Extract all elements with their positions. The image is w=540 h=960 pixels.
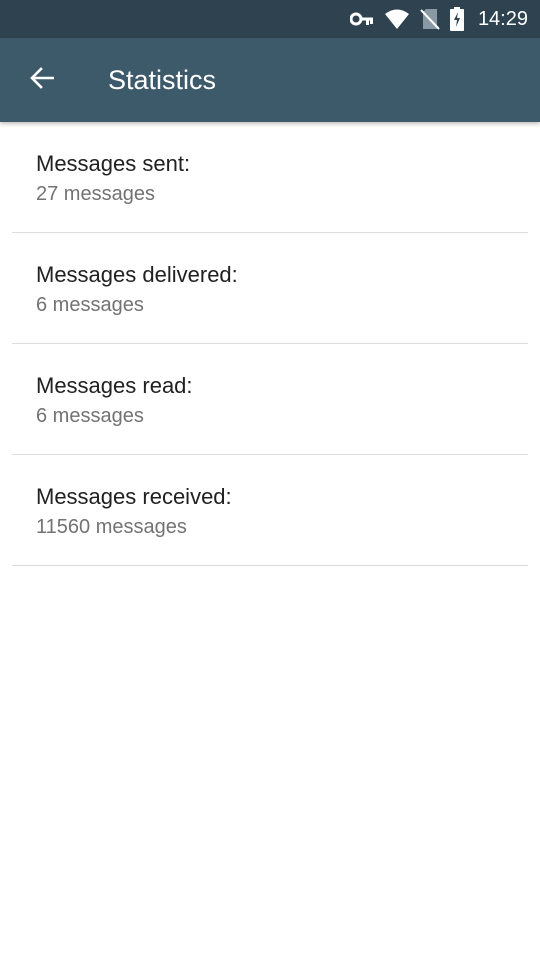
back-button[interactable] <box>18 58 66 102</box>
stat-row-messages-received[interactable]: Messages received: 11560 messages <box>12 455 528 566</box>
stat-row-messages-read[interactable]: Messages read: 6 messages <box>12 344 528 455</box>
stat-value: 6 messages <box>36 405 144 427</box>
status-time: 14:29 <box>477 7 528 30</box>
arrow-back-icon <box>29 66 55 94</box>
stat-label: Messages delivered: <box>36 262 238 287</box>
stat-value: 11560 messages <box>36 516 187 538</box>
statistics-list: Messages sent: 27 messages Messages deli… <box>12 122 528 566</box>
stat-row-messages-sent[interactable]: Messages sent: 27 messages <box>12 122 528 233</box>
status-bar: 14:29 <box>0 0 540 38</box>
stat-row-messages-delivered[interactable]: Messages delivered: 6 messages <box>12 233 528 344</box>
vpn-key-icon <box>349 12 374 26</box>
stat-value: 6 messages <box>36 294 144 316</box>
stat-label: Messages sent: <box>36 151 191 176</box>
app-bar: Statistics <box>0 38 540 122</box>
stat-label: Messages read: <box>36 373 193 398</box>
stat-value: 27 messages <box>36 183 155 205</box>
no-sim-icon <box>420 8 440 30</box>
stat-label: Messages received: <box>36 484 232 509</box>
wifi-icon <box>384 9 410 29</box>
battery-charging-icon <box>449 7 464 31</box>
page-title: Statistics <box>108 65 217 95</box>
status-icons: 14:29 <box>349 0 528 38</box>
